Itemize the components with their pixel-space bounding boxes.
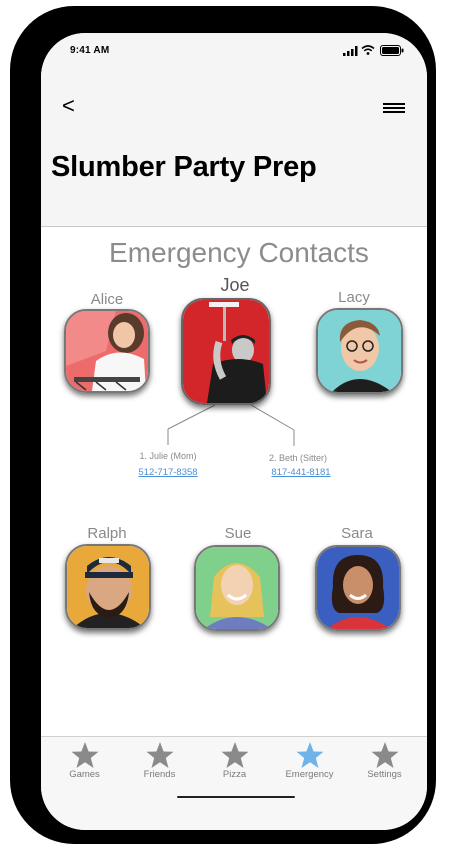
joe-contact-phone-2[interactable]: 817-441-8181: [241, 467, 361, 478]
avatar-ralph[interactable]: [65, 544, 151, 630]
phone-frame: 9:41 AM < Slumber Party Prep Emergency C…: [10, 6, 436, 844]
tab-label-settings: Settings: [367, 769, 402, 780]
tab-bar: Games Friends Pizza Emergency Settings: [41, 736, 427, 830]
tab-settings[interactable]: Settings: [346, 737, 423, 780]
photo-alice: [66, 311, 148, 391]
joe-contact-label-1: 1. Julie (Mom): [139, 451, 197, 461]
avatar-lacy[interactable]: [316, 308, 403, 394]
screen: 9:41 AM < Slumber Party Prep Emergency C…: [41, 33, 427, 830]
contact-name-sue: Sue: [224, 525, 252, 542]
tab-emergency[interactable]: Emergency: [271, 737, 348, 780]
star-icon: [296, 742, 323, 768]
tab-friends[interactable]: Friends: [121, 737, 198, 780]
tab-pizza[interactable]: Pizza: [196, 737, 273, 780]
contact-name-joe: Joe: [220, 275, 250, 295]
home-indicator[interactable]: [177, 796, 295, 798]
photo-ralph: [67, 546, 149, 628]
contact-tree-lines: [167, 404, 295, 446]
tab-label-friends: Friends: [143, 769, 176, 780]
star-icon: [146, 742, 173, 768]
joe-contact-label-2: 2. Beth (Sitter): [268, 453, 328, 463]
avatar-sue[interactable]: [194, 545, 280, 631]
avatar-joe[interactable]: [181, 298, 271, 405]
contact-name-ralph: Ralph: [87, 525, 127, 542]
avatar-alice[interactable]: [64, 309, 150, 393]
star-icon: [221, 742, 248, 768]
tab-label-emergency: Emergency: [285, 769, 334, 780]
star-icon: [371, 742, 398, 768]
photo-sue: [196, 547, 278, 629]
contact-name-lacy: Lacy: [338, 289, 370, 306]
photo-lacy: [318, 310, 401, 392]
photo-joe: [183, 300, 269, 403]
photo-sara: [317, 547, 399, 629]
contact-name-alice: Alice: [90, 291, 124, 308]
tab-label-games: Games: [69, 769, 100, 780]
tab-label-pizza: Pizza: [222, 769, 247, 780]
contact-name-sara: Sara: [341, 525, 373, 542]
avatar-sara[interactable]: [315, 545, 401, 631]
star-icon: [71, 742, 98, 768]
tab-games[interactable]: Games: [46, 737, 123, 780]
joe-contact-phone-1[interactable]: 512-717-8358: [108, 467, 228, 478]
